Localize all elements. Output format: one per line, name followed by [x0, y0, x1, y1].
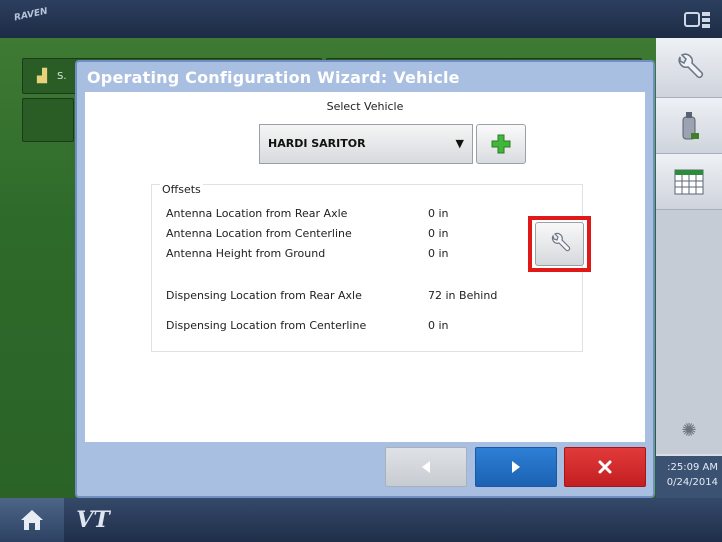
dialog-body: Select Vehicle HARDI SARITOR ▼ Offsets A…: [85, 92, 645, 442]
time-text: :25:09 AM: [667, 462, 718, 473]
wrench-icon: [678, 52, 704, 78]
background-tile[interactable]: [22, 98, 74, 142]
offset-value: 0 in: [428, 247, 449, 260]
back-button[interactable]: [385, 447, 467, 487]
cancel-button[interactable]: [564, 447, 646, 487]
offset-label: Antenna Location from Centerline: [166, 227, 352, 240]
vehicle-dropdown[interactable]: HARDI SARITOR ▼: [259, 124, 473, 164]
offset-label: Antenna Location from Rear Axle: [166, 207, 348, 220]
wizard-dialog: Operating Configuration Wizard: Vehicle …: [75, 60, 655, 498]
brand-logo: RAVEN: [13, 6, 49, 24]
fuel-button[interactable]: [656, 98, 722, 154]
offset-value: 0 in: [428, 319, 449, 332]
offsets-panel: Offsets Antenna Location from Rear Axle …: [151, 183, 583, 352]
next-button[interactable]: [475, 447, 557, 487]
close-icon: [598, 460, 612, 474]
clock-display: :25:09 AM 0/24/2014: [656, 456, 722, 498]
plus-icon: [491, 134, 511, 154]
offset-value: 0 in: [428, 207, 449, 220]
right-toolbar: ✺ :25:09 AM 0/24/2014: [656, 38, 722, 498]
coverage-icon: ✺: [681, 419, 697, 441]
coverage-button[interactable]: ✺: [656, 406, 722, 454]
home-button[interactable]: [0, 498, 64, 542]
vt-icon: VT: [76, 507, 110, 533]
arrow-right-icon: [512, 461, 520, 473]
offset-value: 72 in Behind: [428, 289, 498, 302]
chevron-down-icon: ▼: [455, 137, 464, 150]
edit-offsets-button[interactable]: [535, 222, 584, 266]
screen-icon[interactable]: [684, 10, 712, 30]
top-status-bar: RAVEN: [0, 0, 722, 38]
home-icon: [21, 510, 43, 530]
offset-label: Antenna Height from Ground: [166, 247, 326, 260]
calendar-grid-icon: [674, 169, 704, 194]
tools-button[interactable]: [656, 38, 722, 98]
select-vehicle-label: Select Vehicle: [326, 100, 404, 113]
bottom-bar: VT: [0, 498, 722, 542]
arrow-left-icon: [422, 461, 430, 473]
date-text: 0/24/2014: [666, 477, 718, 488]
fuel-icon: [682, 111, 699, 139]
vehicle-dropdown-value: HARDI SARITOR: [268, 137, 366, 150]
background-tile-label: S.: [57, 71, 67, 82]
tractor-icon: ▟: [37, 69, 47, 84]
offset-value: 0 in: [428, 227, 449, 240]
add-vehicle-button[interactable]: [476, 124, 526, 164]
dialog-title: Operating Configuration Wizard: Vehicle: [87, 68, 460, 87]
offsets-label: Offsets: [160, 183, 203, 196]
offset-label: Dispensing Location from Centerline: [166, 319, 367, 332]
vt-button[interactable]: VT: [64, 498, 122, 542]
calendar-button[interactable]: [656, 154, 722, 210]
offset-label: Dispensing Location from Rear Axle: [166, 289, 362, 302]
wrench-icon: [551, 232, 570, 252]
